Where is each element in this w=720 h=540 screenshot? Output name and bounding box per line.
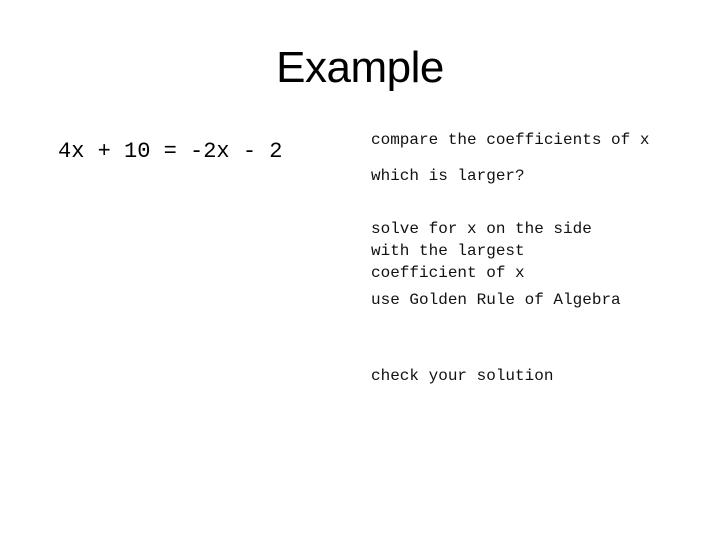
step-check-solution: check your solution xyxy=(371,367,554,385)
step-solve-for-x: solve for x on the side with the largest… xyxy=(371,220,592,282)
slide-title: Example xyxy=(276,43,444,92)
step-golden-rule: use Golden Rule of Algebra xyxy=(371,291,621,309)
equation: 4x + 10 = -2x - 2 xyxy=(58,139,283,164)
step-compare-coefficients: compare the coefficients of x xyxy=(371,131,650,149)
step-which-larger: which is larger? xyxy=(371,167,525,185)
